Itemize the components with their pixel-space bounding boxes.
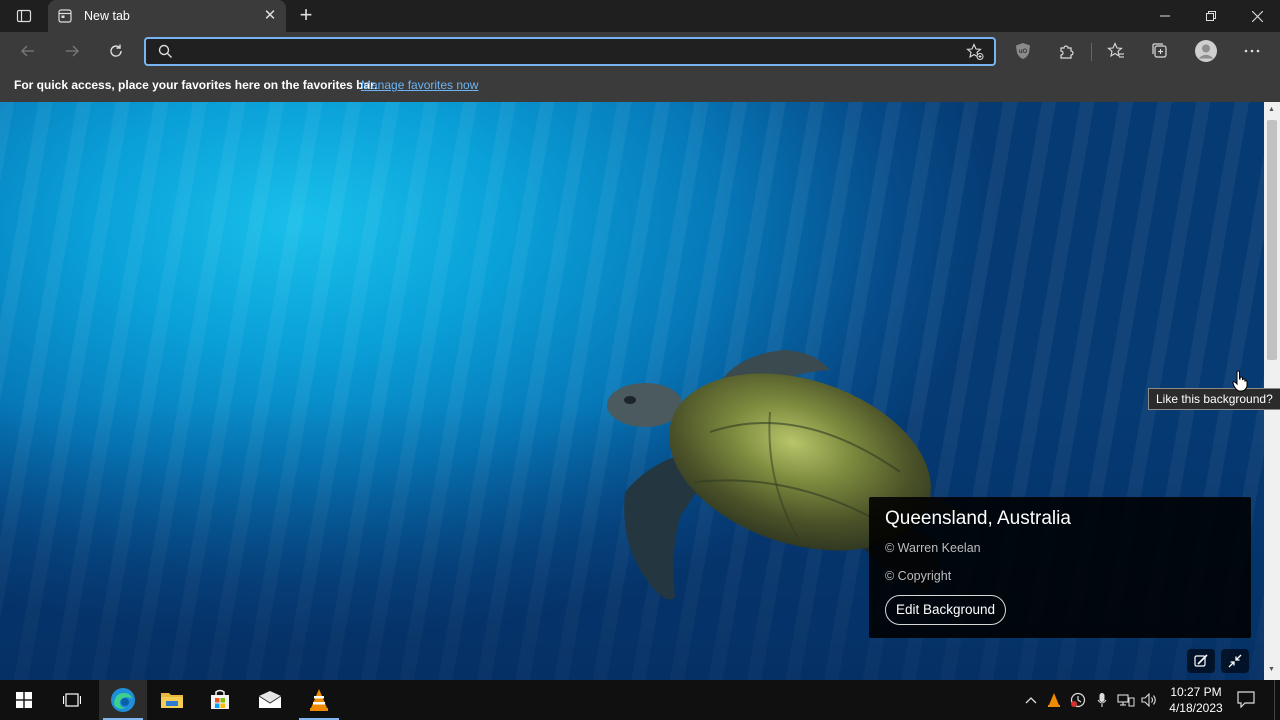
forward-arrow-icon[interactable]	[58, 38, 86, 64]
taskbar: 10:27 PM 4/18/2023	[0, 680, 1280, 720]
manage-favorites-link[interactable]: Manage favorites now	[361, 78, 478, 92]
close-icon[interactable]: ✕	[262, 8, 278, 24]
ellipsis-icon[interactable]	[1238, 38, 1266, 64]
search-icon	[158, 44, 173, 64]
edge-browser-icon[interactable]	[99, 680, 147, 720]
notification-center-icon[interactable]	[1236, 690, 1258, 710]
windows-start-icon[interactable]	[0, 680, 48, 720]
show-desktop-button[interactable]	[1274, 680, 1280, 720]
hand-cursor-icon	[1232, 370, 1248, 392]
customize-page-icon[interactable]	[1187, 649, 1215, 673]
tab-title: New tab	[84, 9, 130, 23]
clock-date: 4/18/2023	[1169, 701, 1223, 715]
profile-icon[interactable]	[1192, 38, 1220, 64]
microsoft-store-icon[interactable]	[196, 680, 244, 720]
like-background-tooltip: Like this background?	[1148, 388, 1280, 410]
taskbar-clock[interactable]: 10:27 PM 4/18/2023	[1164, 684, 1228, 716]
favorites-icon[interactable]	[1102, 38, 1130, 64]
new-tab-page-icon	[58, 9, 72, 23]
scroll-thumb[interactable]	[1267, 120, 1277, 360]
toolbar: uO	[0, 32, 1280, 70]
star-add-icon[interactable]	[966, 43, 984, 66]
toolbar-divider	[1091, 43, 1092, 61]
volume-icon[interactable]	[1140, 690, 1160, 710]
svg-text:uO: uO	[1019, 49, 1028, 55]
mail-icon[interactable]	[246, 680, 294, 720]
collapse-icon[interactable]	[1221, 649, 1249, 673]
background-copyright[interactable]: © Copyright	[885, 569, 951, 583]
microphone-icon[interactable]	[1092, 690, 1112, 710]
restore-button[interactable]	[1188, 0, 1234, 32]
vlc-tray-icon[interactable]	[1044, 690, 1064, 710]
file-explorer-icon[interactable]	[148, 680, 196, 720]
tab-actions-icon[interactable]	[10, 6, 38, 26]
address-input[interactable]	[178, 42, 958, 62]
chevron-up-icon[interactable]	[1021, 690, 1041, 710]
collections-icon[interactable]	[1146, 38, 1174, 64]
title-bar: New tab ✕ +	[0, 0, 1280, 32]
network-icon[interactable]	[1116, 690, 1136, 710]
edit-background-button[interactable]: Edit Background	[885, 595, 1007, 625]
security-tray-icon[interactable]	[1068, 690, 1088, 710]
address-bar[interactable]	[144, 37, 996, 66]
close-window-button[interactable]	[1234, 0, 1280, 32]
minimize-button[interactable]	[1142, 0, 1188, 32]
vlc-media-player-icon[interactable]	[295, 680, 343, 720]
plus-icon[interactable]: +	[294, 4, 318, 28]
clock-time: 10:27 PM	[1170, 685, 1222, 699]
refresh-icon[interactable]	[102, 38, 130, 64]
back-arrow-icon[interactable]	[14, 38, 42, 64]
background-location[interactable]: Queensland, Australia	[885, 508, 1071, 530]
shield-icon[interactable]: uO	[1009, 38, 1037, 64]
background-info-card: Queensland, Australia © Warren Keelan © …	[869, 497, 1251, 638]
favorites-bar: For quick access, place your favorites h…	[0, 70, 1280, 102]
scroll-down-icon[interactable]: ▼	[1268, 666, 1275, 673]
task-view-icon[interactable]	[48, 680, 96, 720]
tab-new-tab[interactable]: New tab ✕	[48, 0, 286, 32]
favorites-bar-hint: For quick access, place your favorites h…	[14, 78, 378, 92]
puzzle-icon[interactable]	[1053, 38, 1081, 64]
background-credit: © Warren Keelan	[885, 541, 981, 555]
scroll-up-icon[interactable]: ▲	[1268, 106, 1275, 113]
